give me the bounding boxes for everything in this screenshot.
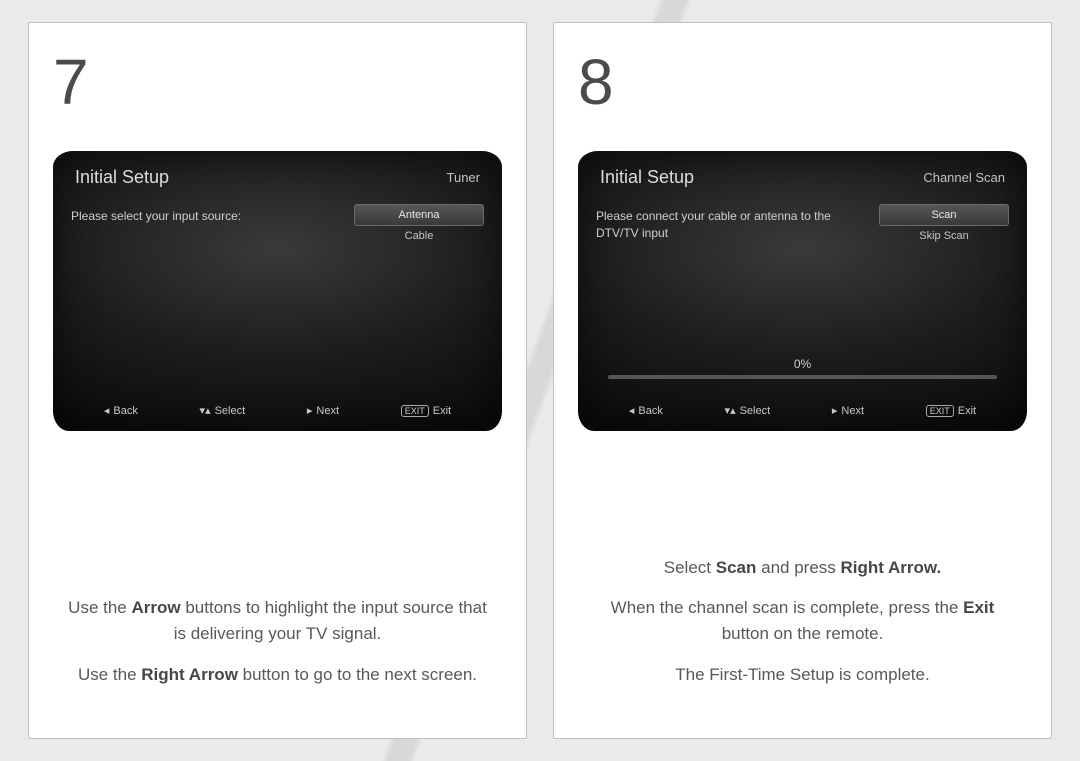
left-arrow-icon: ◂ — [104, 404, 110, 417]
step-instructions: Use the Arrow buttons to highlight the i… — [53, 595, 502, 708]
tv-body: Please connect your cable or antenna to … — [578, 198, 1027, 246]
exit-box-icon: EXIT — [926, 405, 954, 417]
footer-next[interactable]: ▸Next — [832, 404, 864, 417]
tv-prompt: Please select your input source: — [71, 204, 344, 246]
progress-percent: 0% — [794, 357, 811, 371]
footer-select[interactable]: ▾▴Select — [200, 404, 246, 417]
footer-exit[interactable]: EXITExit — [401, 404, 451, 417]
right-arrow-icon: ▸ — [832, 404, 838, 417]
tv-prompt: Please connect your cable or antenna to … — [596, 204, 869, 246]
footer-exit[interactable]: EXITExit — [926, 404, 976, 417]
footer-next[interactable]: ▸Next — [307, 404, 339, 417]
footer-back[interactable]: ◂Back — [629, 404, 663, 417]
tv-body: Please select your input source: Antenna… — [53, 198, 502, 246]
tv-footer: ◂Back ▾▴Select ▸Next EXITExit — [578, 404, 1027, 417]
option-antenna[interactable]: Antenna — [354, 204, 484, 226]
tv-header: Initial Setup Tuner — [53, 151, 502, 198]
tv-subtitle: Tuner — [447, 170, 480, 185]
tv-header: Initial Setup Channel Scan — [578, 151, 1027, 198]
option-skip-scan[interactable]: Skip Scan — [879, 226, 1009, 246]
step-instructions: Select Scan and press Right Arrow. When … — [578, 555, 1027, 708]
tv-footer: ◂Back ▾▴Select ▸Next EXITExit — [53, 404, 502, 417]
footer-back[interactable]: ◂Back — [104, 404, 138, 417]
tv-progress: 0% — [608, 357, 997, 379]
step-number: 7 — [53, 45, 502, 119]
tv-options: Scan Skip Scan — [879, 204, 1009, 246]
exit-box-icon: EXIT — [401, 405, 429, 417]
step-card-8: 8 Initial Setup Channel Scan Please conn… — [553, 22, 1052, 739]
footer-select[interactable]: ▾▴Select — [725, 404, 771, 417]
option-cable[interactable]: Cable — [354, 226, 484, 246]
tv-screen-channel-scan: Initial Setup Channel Scan Please connec… — [578, 151, 1027, 431]
tv-title: Initial Setup — [600, 167, 694, 188]
progress-bar — [608, 375, 997, 379]
left-arrow-icon: ◂ — [629, 404, 635, 417]
updown-arrow-icon: ▾▴ — [725, 404, 736, 417]
right-arrow-icon: ▸ — [307, 404, 313, 417]
tv-subtitle: Channel Scan — [923, 170, 1005, 185]
updown-arrow-icon: ▾▴ — [200, 404, 211, 417]
step-number: 8 — [578, 45, 1027, 119]
step-card-7: 7 Initial Setup Tuner Please select your… — [28, 22, 527, 739]
option-scan[interactable]: Scan — [879, 204, 1009, 226]
tv-options: Antenna Cable — [354, 204, 484, 246]
tv-title: Initial Setup — [75, 167, 169, 188]
tv-screen-tuner: Initial Setup Tuner Please select your i… — [53, 151, 502, 431]
